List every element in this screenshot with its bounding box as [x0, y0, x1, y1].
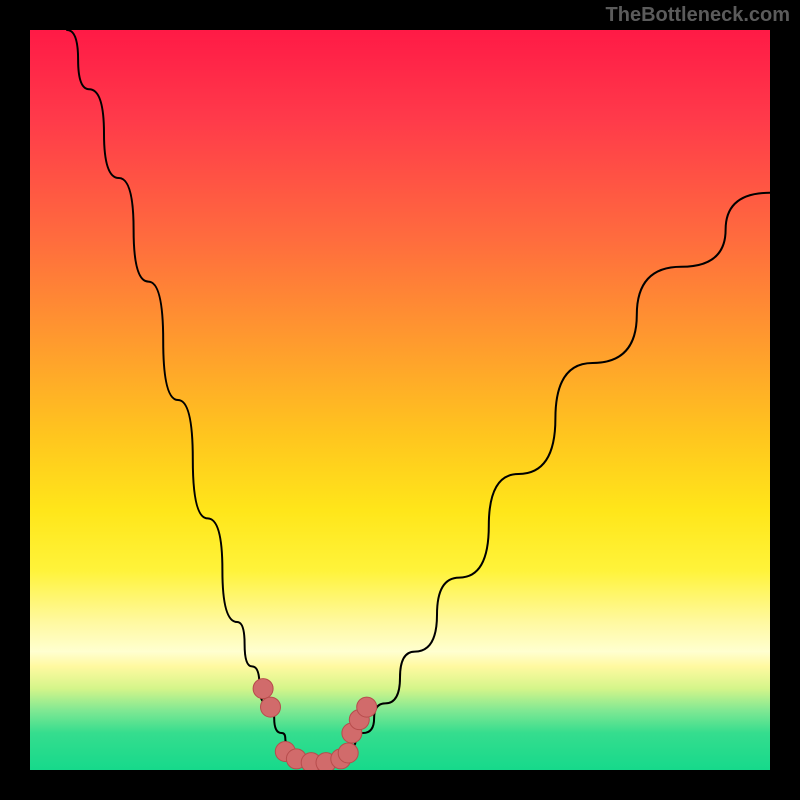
- left-curve: [67, 30, 326, 763]
- chart-svg: [30, 30, 770, 770]
- chart-frame: TheBottleneck.com: [0, 0, 800, 800]
- data-marker: [357, 697, 377, 717]
- attribution-text: TheBottleneck.com: [606, 4, 790, 27]
- plot-area: [30, 30, 770, 770]
- data-marker: [253, 679, 273, 699]
- marker-group: [253, 679, 377, 770]
- data-marker: [338, 743, 358, 763]
- right-curve: [326, 193, 770, 763]
- data-marker: [261, 697, 281, 717]
